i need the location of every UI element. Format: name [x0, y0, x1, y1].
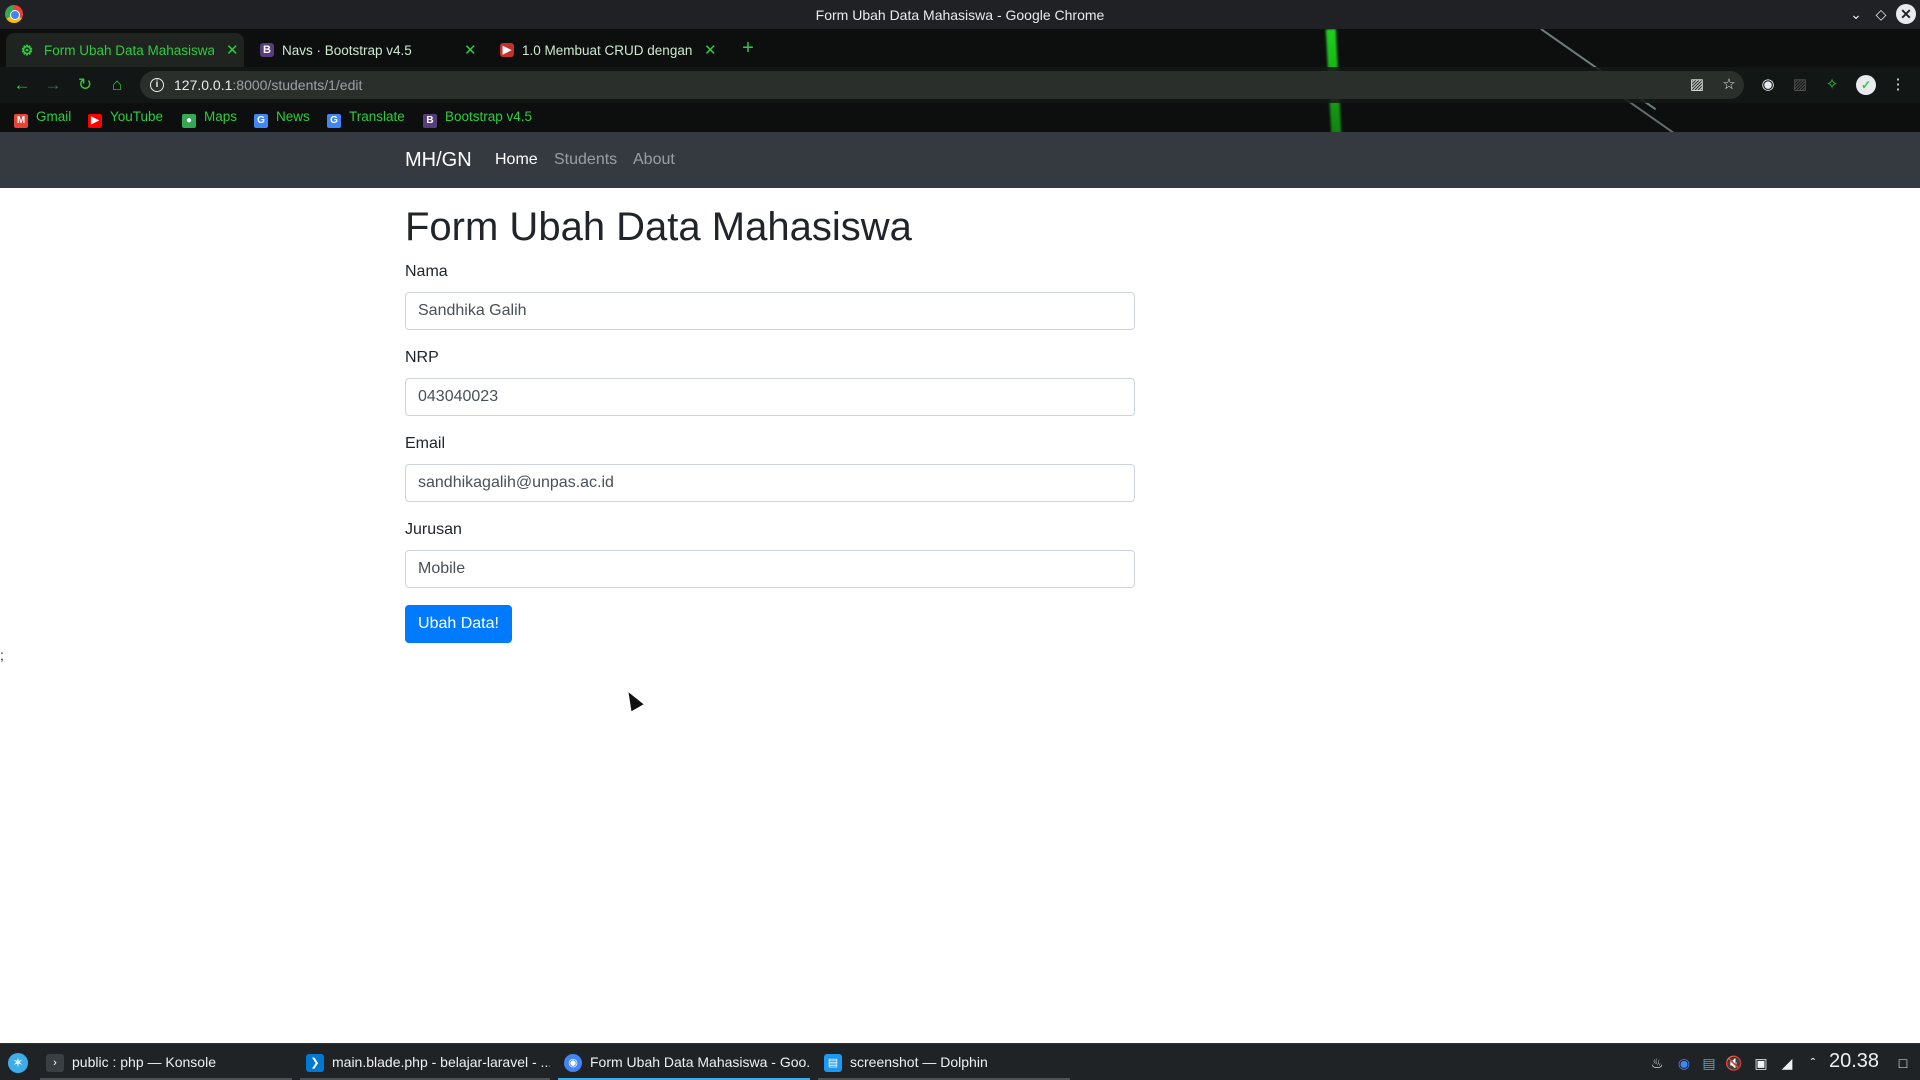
bookmark-label: YouTube — [110, 109, 164, 124]
network-icon[interactable]: ◢ — [1778, 1054, 1796, 1072]
volume-muted-icon[interactable]: 🔇 — [1725, 1054, 1743, 1072]
task-label: public : php — Konsole — [72, 1054, 216, 1070]
close-tab-icon[interactable]: ✕ — [704, 41, 717, 59]
browser-chrome: ⚙ Form Ubah Data Mahasiswa ✕ B Navs · Bo… — [0, 29, 1920, 132]
close-tab-icon[interactable]: ✕ — [464, 41, 477, 59]
bookmark-label: News — [276, 109, 310, 124]
bookmark-youtube[interactable]: ▶ YouTube — [88, 109, 163, 128]
maximize-icon[interactable]: ◇ — [1871, 4, 1891, 24]
email-input[interactable] — [405, 464, 1135, 502]
close-window-icon[interactable]: ✕ — [1896, 4, 1916, 24]
address-url: 127.0.0.1:8000/students/1/edit — [174, 77, 363, 93]
folder-icon: ▤ — [824, 1054, 842, 1072]
back-icon[interactable]: ← — [12, 75, 32, 95]
chrome-icon: ◉ — [564, 1054, 582, 1072]
task-konsole[interactable]: › public : php — Konsole — [40, 1044, 292, 1080]
nav-link-students[interactable]: Students — [554, 151, 617, 169]
terminal-icon: › — [46, 1054, 64, 1072]
task-label: screenshot — Dolphin — [850, 1054, 988, 1070]
close-tab-icon[interactable]: ✕ — [226, 41, 239, 59]
tab-form-ubah[interactable]: ⚙ Form Ubah Data Mahasiswa ✕ — [6, 33, 244, 67]
bookmark-maps[interactable]: ● Maps — [182, 109, 237, 128]
clock[interactable]: 20.38 — [1829, 1050, 1879, 1073]
bootstrap-icon: B — [260, 43, 274, 57]
tab-label: 1.0 Membuat CRUD dengan L — [522, 43, 692, 58]
nama-label: Nama — [405, 263, 448, 280]
page-title: Form Ubah Data Mahasiswa — [405, 205, 912, 249]
show-desktop-icon[interactable]: □ — [1894, 1054, 1912, 1072]
translate-extension-icon[interactable]: ▨ — [1791, 76, 1809, 94]
nav-link-about[interactable]: About — [633, 151, 675, 169]
bookmark-star-icon[interactable]: ☆ — [1720, 76, 1738, 94]
task-vscode[interactable]: ❯ main.blade.php - belajar-laravel - ... — [300, 1044, 550, 1080]
clipboard-icon[interactable]: ▤ — [1700, 1054, 1718, 1072]
task-label: Form Ubah Data Mahasiswa - Goo... — [590, 1054, 810, 1070]
bookmarks-bar: M Gmail ▶ YouTube ● Maps G News G Translate B… — [0, 103, 1920, 132]
nrp-label: NRP — [405, 349, 439, 366]
maps-pin-icon: ● — [182, 114, 196, 128]
task-label: main.blade.php - belajar-laravel - ... — [332, 1054, 550, 1070]
email-label: Email — [405, 435, 446, 452]
desktop-taskbar: ✶ › public : php — Konsole ❯ main.blade.… — [0, 1043, 1920, 1080]
task-chrome[interactable]: ◉ Form Ubah Data Mahasiswa - Goo... — [558, 1044, 810, 1080]
bookmark-bootstrap[interactable]: B Bootstrap v4.5 — [423, 109, 532, 128]
bookmark-news[interactable]: G News — [254, 109, 310, 128]
window-title: Form Ubah Data Mahasiswa - Google Chrome — [815, 7, 1105, 23]
display-icon[interactable]: ▣ — [1752, 1054, 1770, 1072]
tab-crud-video[interactable]: ▶ 1.0 Membuat CRUD dengan L ✕ — [490, 33, 730, 67]
stray-text: ; — [0, 647, 4, 663]
news-icon: G — [254, 114, 268, 128]
tab-label: Form Ubah Data Mahasiswa — [44, 43, 214, 58]
mouse-cursor-icon — [622, 688, 644, 712]
window-titlebar: Form Ubah Data Mahasiswa - Google Chrome… — [0, 0, 1920, 29]
profile-avatar-icon[interactable]: ✓ — [1856, 75, 1876, 95]
minimize-icon[interactable]: ⌄ — [1846, 4, 1866, 24]
new-tab-icon[interactable]: + — [737, 37, 759, 59]
tab-bootstrap-navs[interactable]: B Navs · Bootstrap v4.5 ✕ — [250, 33, 488, 67]
home-icon[interactable]: ⌂ — [107, 75, 127, 95]
gmail-icon: M — [14, 114, 28, 128]
translate-icon[interactable]: ▨ — [1688, 76, 1706, 94]
youtube-icon: ▶ — [88, 114, 102, 128]
address-bar[interactable]: i 127.0.0.1:8000/students/1/edit ▨ ☆ — [140, 71, 1744, 99]
nama-input[interactable] — [405, 292, 1135, 330]
notifications-off-icon[interactable]: ♨ — [1648, 1054, 1666, 1072]
navbar-brand[interactable]: MH/GN — [405, 149, 472, 172]
menu-kebab-icon[interactable]: ⋮ — [1889, 76, 1907, 94]
globe-extension-icon[interactable]: ◉ — [1759, 76, 1777, 94]
bookmark-label: Maps — [204, 109, 238, 124]
task-dolphin[interactable]: ▤ screenshot — Dolphin — [818, 1044, 1070, 1080]
vscode-icon: ❯ — [306, 1054, 324, 1072]
chrome-tray-icon[interactable]: ◉ — [1675, 1054, 1693, 1072]
bookmark-label: Bootstrap v4.5 — [445, 109, 533, 124]
translate-icon: G — [327, 114, 341, 128]
bookmark-label: Translate — [349, 109, 405, 124]
ubah-data-button[interactable]: Ubah Data! — [405, 605, 512, 643]
site-navbar: MH/GN Home Students About — [0, 132, 1920, 188]
nav-link-home[interactable]: Home — [495, 151, 538, 169]
expand-tray-icon[interactable]: ˆ — [1804, 1054, 1822, 1072]
bookmark-label: Gmail — [36, 109, 72, 124]
reload-icon[interactable]: ↻ — [75, 75, 95, 95]
browser-toolbar: ← → ↻ ⌂ i 127.0.0.1:8000/students/1/edit… — [0, 67, 1920, 103]
bookmark-gmail[interactable]: M Gmail — [14, 109, 71, 128]
youtube-icon: ▶ — [500, 43, 514, 57]
jurusan-label: Jurusan — [405, 521, 462, 538]
site-info-icon[interactable]: i — [150, 78, 164, 92]
bootstrap-icon: B — [423, 114, 437, 128]
forward-icon[interactable]: → — [43, 75, 63, 95]
loading-icon: ⚙ — [20, 42, 34, 58]
jurusan-input[interactable] — [405, 550, 1135, 588]
tab-label: Navs · Bootstrap v4.5 — [282, 43, 412, 58]
extensions-puzzle-icon[interactable]: ✧ — [1823, 76, 1841, 94]
bookmark-translate[interactable]: G Translate — [327, 109, 405, 128]
nrp-input[interactable] — [405, 378, 1135, 416]
app-launcher-icon[interactable]: ✶ — [8, 1053, 28, 1073]
